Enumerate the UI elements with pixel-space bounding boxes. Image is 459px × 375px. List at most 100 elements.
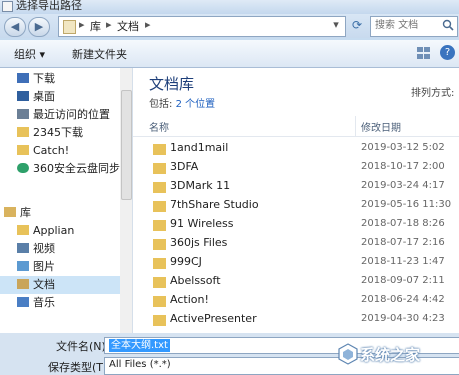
column-header: 名称 修改日期 bbox=[133, 116, 459, 137]
filetype-label: 保存类型(T): bbox=[48, 361, 112, 374]
file-row[interactable]: 999CJ 2018-11-23 1:47 bbox=[133, 254, 459, 273]
cloud-sync-icon bbox=[17, 163, 29, 173]
forward-button[interactable]: ▶ bbox=[28, 17, 50, 37]
nav-item-videos[interactable]: 视频 bbox=[0, 240, 120, 258]
file-date: 2018-10-17 2:00 bbox=[361, 161, 445, 172]
file-row[interactable]: 1and1mail 2019-03-12 5:02 bbox=[133, 140, 459, 159]
folder-icon bbox=[153, 277, 166, 288]
library-includes: 包括: 2 个位置 bbox=[149, 95, 215, 110]
column-name-header[interactable]: 名称 bbox=[149, 119, 169, 134]
search-input[interactable] bbox=[371, 17, 435, 34]
file-date: 2018-07-17 2:16 bbox=[361, 237, 445, 248]
folder-icon bbox=[153, 163, 166, 174]
file-name: Action! bbox=[170, 293, 209, 306]
nav-item-downloads[interactable]: 下载 bbox=[0, 70, 120, 88]
help-icon[interactable]: ? bbox=[440, 45, 455, 60]
file-date: 2019-03-12 5:02 bbox=[361, 142, 445, 153]
nav-item-catch[interactable]: Catch! bbox=[0, 142, 120, 160]
folder-icon bbox=[153, 220, 166, 231]
organize-button[interactable]: 组织 ▾ bbox=[14, 46, 45, 62]
file-date: 2019-03-24 4:17 bbox=[361, 180, 445, 191]
column-divider[interactable] bbox=[355, 116, 356, 136]
file-row[interactable]: 3DFA 2018-10-17 2:00 bbox=[133, 159, 459, 178]
nav-item-music[interactable]: 音乐 bbox=[0, 294, 120, 312]
filetype-value[interactable]: All Files (*.*) bbox=[109, 359, 171, 370]
watermark-text: 系统之家 bbox=[360, 346, 421, 364]
nav-item-documents[interactable]: 文档 bbox=[0, 276, 120, 294]
nav-group-libraries[interactable]: 库 bbox=[0, 204, 120, 222]
breadcrumb-library[interactable]: 库 bbox=[90, 18, 101, 34]
file-name: 3DFA bbox=[170, 160, 199, 173]
window-title: 选择导出路径 bbox=[16, 0, 82, 12]
nav-item-desktop[interactable]: 桌面 bbox=[0, 88, 120, 106]
nav-item-label: 文档 bbox=[33, 278, 55, 291]
file-row[interactable]: Action! 2018-06-24 4:42 bbox=[133, 292, 459, 311]
folder-icon bbox=[153, 239, 166, 250]
view-options-icon[interactable] bbox=[416, 46, 432, 60]
file-name: ActivePresenter bbox=[170, 312, 257, 325]
navigation-pane: 下载 桌面 最近访问的位置 2345下载 Catch! 360安全云盘同步 库 … bbox=[0, 68, 133, 333]
new-folder-button[interactable]: 新建文件夹 bbox=[72, 46, 127, 62]
folder-icon bbox=[153, 182, 166, 193]
title-bar: 选择导出路径 bbox=[0, 0, 459, 14]
folder-icon bbox=[153, 258, 166, 269]
filename-label: 文件名(N): bbox=[56, 340, 110, 353]
library-icon bbox=[63, 20, 76, 34]
file-date: 2018-07-18 8:26 bbox=[361, 218, 445, 229]
folder-icon bbox=[153, 144, 166, 155]
search-icon[interactable] bbox=[442, 19, 454, 31]
file-date: 2018-11-23 1:47 bbox=[361, 256, 445, 267]
file-name: 1and1mail bbox=[170, 141, 229, 154]
breadcrumb-arrow-icon[interactable]: ▸ bbox=[106, 18, 112, 31]
breadcrumb-documents[interactable]: 文档 bbox=[117, 18, 139, 34]
nav-item-applian[interactable]: Applian bbox=[0, 222, 120, 240]
app-icon bbox=[2, 1, 13, 12]
back-button[interactable]: ◀ bbox=[4, 17, 26, 37]
sort-by-label[interactable]: 排列方式: bbox=[411, 84, 454, 99]
library-folder-icon bbox=[17, 225, 29, 235]
file-date: 2018-06-24 4:42 bbox=[361, 294, 445, 305]
file-date: 2018-09-07 2:11 bbox=[361, 275, 445, 286]
file-row[interactable]: 3DMark 11 2019-03-24 4:17 bbox=[133, 178, 459, 197]
library-icon bbox=[4, 207, 16, 217]
column-date-header[interactable]: 修改日期 bbox=[361, 119, 401, 134]
refresh-icon[interactable]: ⟳ bbox=[348, 18, 366, 34]
folder-icon bbox=[153, 201, 166, 212]
nav-item-pictures[interactable]: 图片 bbox=[0, 258, 120, 276]
file-row[interactable]: ActivePresenter 2019-04-30 4:23 bbox=[133, 311, 459, 330]
documents-library-icon bbox=[17, 279, 29, 289]
file-row[interactable]: Abelssoft 2018-09-07 2:11 bbox=[133, 273, 459, 292]
file-name: 7thShare Studio bbox=[170, 198, 259, 211]
pictures-library-icon bbox=[17, 261, 29, 271]
recent-places-icon bbox=[17, 109, 29, 119]
file-row[interactable]: 7thShare Studio 2019-05-16 11:30 bbox=[133, 197, 459, 216]
breadcrumb-arrow-icon[interactable]: ▸ bbox=[79, 18, 85, 31]
file-name: Abelssoft bbox=[170, 274, 221, 287]
file-list-pane: 文档库 包括: 2 个位置 排列方式: 名称 修改日期 1and1mail 201… bbox=[133, 68, 459, 333]
folder-icon bbox=[17, 127, 29, 137]
nav-scrollbar[interactable] bbox=[120, 68, 132, 333]
folder-icon bbox=[153, 296, 166, 307]
filename-value[interactable]: 全本大纲.txt bbox=[109, 339, 170, 352]
file-row[interactable]: 91 Wireless 2018-07-18 8:26 bbox=[133, 216, 459, 235]
file-row[interactable]: 360js Files 2018-07-17 2:16 bbox=[133, 235, 459, 254]
nav-item-label: 视频 bbox=[33, 242, 55, 255]
desktop-icon bbox=[17, 91, 29, 101]
nav-item-2345-downloads[interactable]: 2345下载 bbox=[0, 124, 120, 142]
address-bar[interactable]: ▸ 库 ▸ 文档 ▸ ▾ bbox=[58, 16, 346, 37]
watermark-logo-icon bbox=[338, 343, 358, 365]
nav-item-recent-places[interactable]: 最近访问的位置 bbox=[0, 106, 120, 124]
file-date: 2019-04-30 4:23 bbox=[361, 313, 445, 324]
nav-item-label: 360安全云盘同步 bbox=[33, 162, 120, 175]
nav-item-360-cloud-sync[interactable]: 360安全云盘同步 bbox=[0, 160, 120, 178]
watermark: 系统之家 bbox=[338, 338, 456, 372]
includes-label: 包括: bbox=[149, 99, 173, 110]
nav-group-label: 库 bbox=[20, 206, 31, 219]
search-box[interactable] bbox=[370, 16, 458, 37]
file-name: 360js Files bbox=[170, 236, 228, 249]
breadcrumb-arrow-icon[interactable]: ▸ bbox=[145, 18, 151, 31]
music-library-icon bbox=[17, 297, 29, 307]
nav-scrollbar-thumb[interactable] bbox=[121, 90, 132, 200]
address-dropdown-icon[interactable]: ▾ bbox=[329, 18, 343, 34]
includes-locations-link[interactable]: 2 个位置 bbox=[176, 99, 216, 110]
